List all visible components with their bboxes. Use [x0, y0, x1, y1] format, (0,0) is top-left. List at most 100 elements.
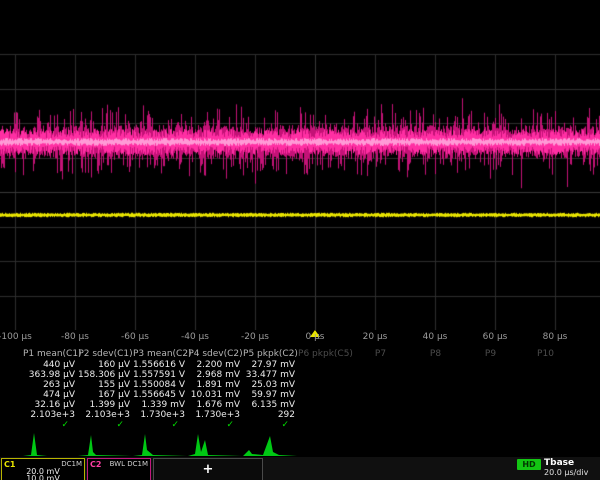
measure-value [518, 390, 573, 400]
histicon-p3[interactable] [133, 430, 188, 457]
measure-value: 1.399 µV [78, 400, 133, 410]
measure-value: 1.556645 V [133, 390, 188, 400]
measure-status-check: ✓ [243, 420, 298, 430]
plus-icon: + [156, 460, 260, 480]
measure-value: 167 µV [78, 390, 133, 400]
measure-value [408, 360, 463, 370]
measure-status-check [298, 420, 353, 430]
measure-value: 1.339 mV [133, 400, 188, 410]
measure-value: 32.16 µV [23, 400, 78, 410]
measure-value [298, 380, 353, 390]
measure-value: 59.97 mV [243, 390, 298, 400]
measure-header[interactable]: P6 pkpk(C5) [298, 348, 353, 360]
time-axis: -100 µs-80 µs-60 µs-40 µs-20 µs0 µs20 µs… [0, 332, 600, 346]
measure-value: 1.730e+3 [188, 410, 243, 420]
histicon-p2[interactable] [78, 430, 133, 457]
measure-header[interactable]: P9 [463, 348, 518, 360]
measure-value: 158.306 µV [78, 370, 133, 380]
histogram-shape [188, 434, 242, 456]
measure-value: 440 µV [23, 360, 78, 370]
measure-value: 2.103e+3 [23, 410, 78, 420]
measure-value: 1.556616 V [133, 360, 188, 370]
oscilloscope-screen: C2 DC1M -100 µs-80 µs-60 µs-40 µs-20 µs0… [0, 0, 600, 480]
measure-table[interactable]: P1 mean(C1)P2 sdev(C1)P3 mean(C2)P4 sdev… [23, 348, 573, 430]
bottom-bar: C1 DC1M 20.0 mV 10.0 mV C2 BWL DC1M + [0, 457, 600, 480]
measure-value: 10.031 mV [188, 390, 243, 400]
measure-header[interactable]: P3 mean(C2) [133, 348, 188, 360]
measure-value: 363.98 µV [23, 370, 78, 380]
measure-value [353, 370, 408, 380]
c2-label: C2 [90, 460, 101, 469]
c2-descriptor-box[interactable]: C2 BWL DC1M [87, 458, 151, 480]
time-label: -20 µs [225, 332, 285, 342]
measure-value [408, 390, 463, 400]
measure-value: 1.891 mV [188, 380, 243, 390]
measure-value: 292 [243, 410, 298, 420]
measure-value [518, 380, 573, 390]
time-label: 40 µs [405, 332, 465, 342]
measure-value: 2.103e+3 [78, 410, 133, 420]
measure-value: 25.03 mV [243, 380, 298, 390]
histicon-p4[interactable] [188, 430, 243, 457]
measure-value [353, 410, 408, 420]
measure-value [353, 360, 408, 370]
measure-header[interactable]: P8 [408, 348, 463, 360]
measure-value [298, 410, 353, 420]
time-label: 0 µs [285, 332, 345, 342]
histogram-shape [78, 435, 132, 456]
c1-descriptor-box[interactable]: C1 DC1M 20.0 mV 10.0 mV [1, 458, 85, 480]
measure-value [518, 410, 573, 420]
tbase-label: Tbase [544, 458, 600, 468]
time-label: 20 µs [345, 332, 405, 342]
measure-value [463, 390, 518, 400]
waveform-display[interactable] [0, 0, 600, 330]
measure-value [353, 400, 408, 410]
tbase-scale: 20.0 µs/div [544, 468, 600, 478]
c2-info: BWL DC1M [110, 460, 148, 468]
measure-value: 1.550084 V [133, 380, 188, 390]
histogram-shape [23, 433, 77, 456]
measure-header[interactable]: P1 mean(C1) [23, 348, 78, 360]
time-label: -60 µs [105, 332, 165, 342]
tbase-box[interactable]: Tbase 20.0 µs/div [544, 458, 600, 480]
measure-header[interactable]: P10 [518, 348, 573, 360]
measure-header[interactable]: P5 pkpk(C2) [243, 348, 298, 360]
measure-status-check [518, 420, 573, 430]
measure-status-check [353, 420, 408, 430]
histicon-p5[interactable] [243, 430, 298, 457]
add-trace-button[interactable]: + [153, 458, 263, 480]
measure-value [408, 410, 463, 420]
measure-value [518, 370, 573, 380]
c1-label: C1 [4, 460, 15, 469]
measure-value [298, 390, 353, 400]
measure-value [518, 400, 573, 410]
measure-value: 1.557591 V [133, 370, 188, 380]
measure-header[interactable]: P4 sdev(C2) [188, 348, 243, 360]
measure-value [353, 380, 408, 390]
histicon-row [0, 430, 600, 458]
measure-value [408, 400, 463, 410]
c1-coupling: DC1M [61, 460, 82, 468]
measure-header[interactable]: P7 [353, 348, 408, 360]
measure-value [463, 400, 518, 410]
measure-header[interactable]: P2 sdev(C1) [78, 348, 133, 360]
measure-status-check [408, 420, 463, 430]
histicon-p1[interactable] [23, 430, 78, 457]
measure-status-check: ✓ [23, 420, 78, 430]
measure-value [463, 370, 518, 380]
time-label: 60 µs [465, 332, 525, 342]
measure-value [298, 370, 353, 380]
measure-value: 155 µV [78, 380, 133, 390]
measure-status-check: ✓ [188, 420, 243, 430]
measure-value: 1.676 mV [188, 400, 243, 410]
measure-value [353, 390, 408, 400]
measure-value [463, 410, 518, 420]
measure-value [463, 380, 518, 390]
histogram-shape [133, 434, 187, 456]
time-label: -40 µs [165, 332, 225, 342]
measure-value [408, 380, 463, 390]
measure-value [408, 370, 463, 380]
time-label: -80 µs [45, 332, 105, 342]
hd-badge[interactable]: HD [517, 459, 541, 470]
measure-status-check: ✓ [133, 420, 188, 430]
